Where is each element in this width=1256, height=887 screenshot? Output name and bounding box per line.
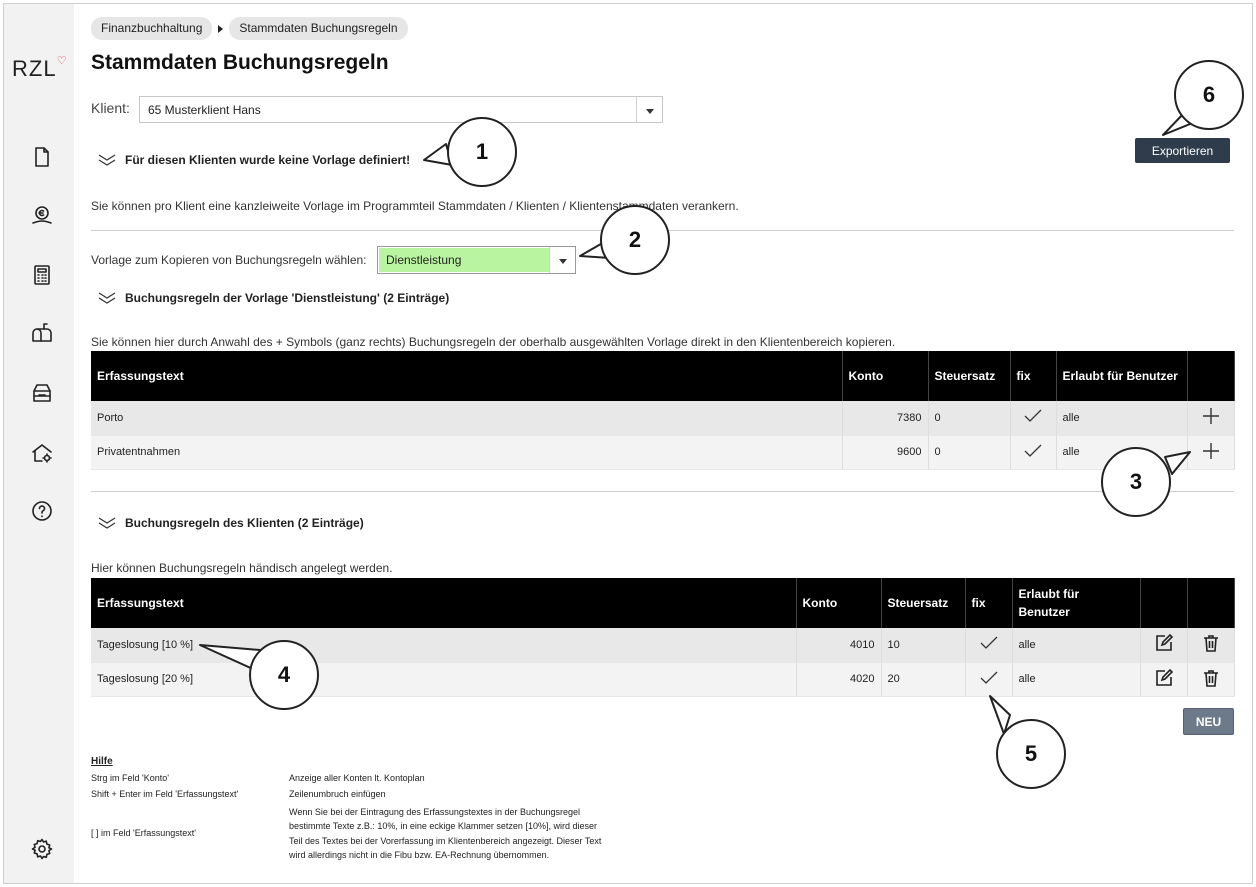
template-rules-title: Buchungsregeln der Vorlage 'Dienstleistu… [125,291,450,305]
column-header: Konto [796,578,882,628]
column-header: Erlaubt für Benutzer [1056,351,1188,401]
klient-label: Klient: [91,100,130,116]
plus-icon[interactable] [1187,435,1235,470]
cell-konto: 4010 [796,628,882,663]
check-icon [1010,401,1057,436]
vorlage-section-header[interactable]: Für diesen Klienten wurde keine Vorlage … [97,153,410,167]
cell-erfassungstext[interactable]: Privatentnahmen [91,435,843,470]
trash-icon[interactable] [1187,628,1235,663]
rzl-logo: RZL ♡ [12,55,68,81]
column-header-actions [1187,351,1235,401]
callout-4: 4 [249,640,319,710]
column-header: fix [965,578,1013,628]
table-row: Privatentnahmen 9600 0 alle [91,435,1235,470]
help-key: Shift + Enter im Feld 'Erfassungstext' [91,789,239,799]
edit-icon[interactable] [1140,628,1188,663]
column-header: Steuersatz [928,351,1011,401]
trash-icon[interactable] [1187,662,1235,697]
column-header: fix [1010,351,1057,401]
plus-icon[interactable] [1187,401,1235,436]
sidebar: RZL ♡ [4,4,74,883]
help-icon[interactable] [29,498,55,524]
callout-1: 1 [447,117,517,187]
cell-erfassungstext[interactable]: Tageslosung [10 %] [91,628,797,663]
divider [91,491,1234,492]
vorlage-select-label: Vorlage zum Kopieren von Buchungsregeln … [91,253,367,267]
breadcrumb-separator-icon [218,24,224,33]
help-desc: Anzeige aller Konten lt. Kontoplan [289,773,425,783]
archive-icon[interactable] [29,380,55,406]
breadcrumb: Finanzbuchhaltung Stammdaten Buchungsreg… [91,17,408,40]
breadcrumb-item-stammdaten[interactable]: Stammdaten Buchungsregeln [229,17,408,40]
double-chevron-down-icon [98,517,116,529]
check-icon [965,628,1013,663]
cell-konto: 7380 [842,401,929,436]
client-rules-title: Buchungsregeln des Klienten (2 Einträge) [125,516,364,530]
template-rules-header[interactable]: Buchungsregeln der Vorlage 'Dienstleistu… [97,291,449,305]
chevron-down-icon[interactable] [636,97,662,122]
help-desc: wird allerdings nicht in die Fibu bzw. E… [289,850,550,860]
cell-benutzer: alle [1012,662,1141,697]
help-section: Hilfe [91,755,113,769]
vorlage-section-title: Für diesen Klienten wurde keine Vorlage … [125,153,411,167]
cell-konto: 4020 [796,662,882,697]
check-icon [1010,435,1057,470]
column-header: Steuersatz [881,578,966,628]
vorlage-select[interactable]: Dienstleistung [377,246,576,274]
column-header-delete [1187,578,1235,628]
check-icon [965,662,1013,697]
double-chevron-down-icon [98,154,116,166]
callout-2: 2 [600,205,670,275]
cell-steuersatz: 0 [928,435,1011,470]
column-header-edit [1140,578,1188,628]
template-rules-table: Erfassungstext Konto Steuersatz fix Erla… [91,351,1235,470]
klient-select[interactable]: 65 Musterklient Hans [139,96,663,123]
column-header: Erlaubt für Benutzer [1012,578,1141,628]
cell-steuersatz: 0 [928,401,1011,436]
klient-select-value: 65 Musterklient Hans [148,103,261,117]
help-desc: bestimmte Texte z.B.: 10%, in eine eckig… [289,821,597,831]
cell-benutzer: alle [1056,401,1188,436]
help-desc: Zeilenumbruch einfügen [289,789,386,799]
cell-steuersatz: 10 [881,628,966,663]
mailbox-icon[interactable] [29,320,55,346]
export-button[interactable]: Exportieren [1135,138,1230,163]
help-key: Strg im Feld 'Konto' [91,773,169,783]
document-icon[interactable] [29,144,55,170]
chevron-down-icon[interactable] [549,247,575,273]
vorlage-select-value: Dienstleistung [386,253,462,267]
double-chevron-down-icon [98,292,116,304]
callout-3: 3 [1101,447,1171,517]
client-rules-header[interactable]: Buchungsregeln des Klienten (2 Einträge) [97,516,364,530]
new-button[interactable]: NEU [1183,708,1234,735]
help-title: Hilfe [91,756,113,767]
client-rules-info: Hier können Buchungsregeln händisch ange… [91,561,393,575]
settings-icon[interactable] [29,836,55,862]
page-title: Stammdaten Buchungsregeln [91,51,389,74]
edit-icon[interactable] [1140,662,1188,697]
home-settings-icon[interactable] [29,440,55,466]
cell-steuersatz: 20 [881,662,966,697]
help-desc: Wenn Sie bei der Eintragung des Erfassun… [289,807,581,817]
money-hand-icon[interactable] [29,202,55,228]
cell-erfassungstext[interactable]: Tageslosung [20 %] [91,662,797,697]
cell-erfassungstext[interactable]: Porto [91,401,843,436]
template-rules-info: Sie können hier durch Anwahl des + Symbo… [91,335,896,349]
help-key: [ ] im Feld 'Erfassungstext' [91,828,196,838]
callout-6: 6 [1174,60,1244,130]
cell-konto: 9600 [842,435,929,470]
column-header: Konto [842,351,929,401]
breadcrumb-item-finanzbuchhaltung[interactable]: Finanzbuchhaltung [91,17,213,40]
column-header: Erfassungstext [91,351,843,401]
callout-5: 5 [996,719,1066,789]
help-desc: Teil des Textes bei der Vorerfassung im … [289,836,602,846]
column-header: Erfassungstext [91,578,797,628]
cell-benutzer: alle [1012,628,1141,663]
calculator-icon[interactable] [29,262,55,288]
table-row: Porto 7380 0 alle [91,401,1235,436]
